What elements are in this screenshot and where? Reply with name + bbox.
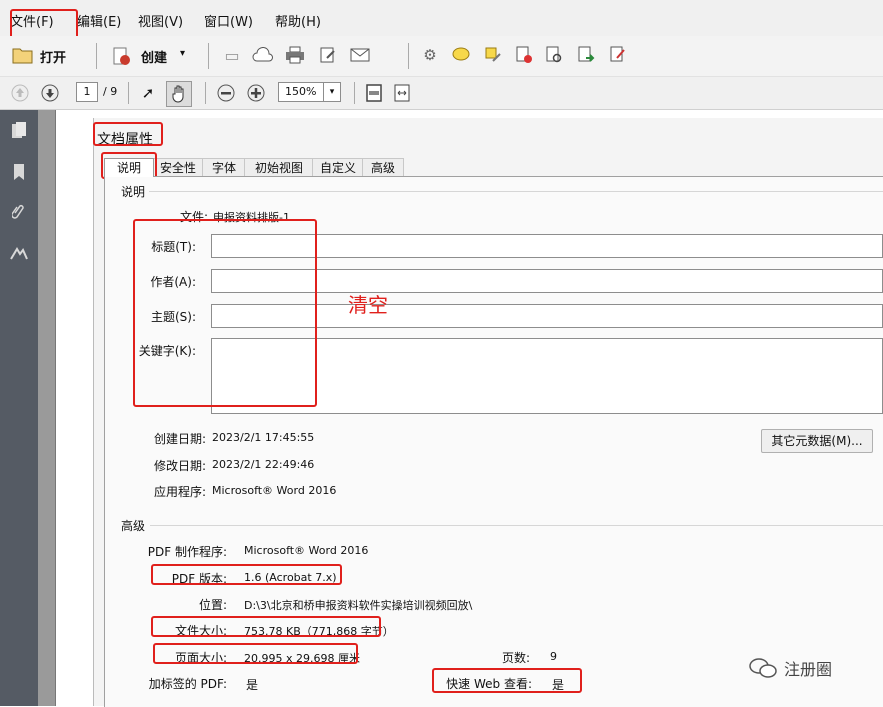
keywords-label: 关键字(K): <box>138 344 196 358</box>
menu-edit[interactable]: 编辑(E) <box>77 11 121 30</box>
create-button[interactable]: 创建 <box>141 47 167 66</box>
application-label: 应用程序: <box>153 485 206 499</box>
application-value: Microsoft® Word 2016 <box>212 484 337 497</box>
create-dropdown-icon[interactable]: ▾ <box>180 48 185 59</box>
tagged-pdf-label: 加标签的 PDF: <box>148 677 227 691</box>
document-export-icon[interactable] <box>576 45 596 65</box>
created-value: 2023/2/1 17:45:55 <box>212 431 315 444</box>
wechat-icon <box>749 658 777 678</box>
page-count-label: 页数: <box>501 651 530 665</box>
page-total-label: / 9 <box>103 85 118 98</box>
edit-document-icon[interactable] <box>318 45 338 65</box>
navigation-toolbar: 1 / 9 ➚ 150% ▾ <box>0 77 883 110</box>
gear-icon[interactable]: ⚙ <box>420 45 440 65</box>
create-pdf-icon[interactable] <box>110 45 132 67</box>
page-size-value: 20.995 x 29.698 厘米 <box>244 652 360 665</box>
page-count-value: 9 <box>550 650 557 663</box>
toolbar-separator <box>354 82 355 104</box>
location-value: D:\3\北京和桥申报资料软件实操培训视频回放\ <box>244 599 473 612</box>
menu-window[interactable]: 窗口(W) <box>204 11 253 30</box>
toolbar-separator <box>96 43 97 69</box>
title-input[interactable] <box>211 234 883 258</box>
save-icon[interactable]: ▭ <box>222 45 242 65</box>
navigation-pane <box>0 110 38 706</box>
menu-view[interactable]: 视图(V) <box>138 11 183 30</box>
toolbar-separator <box>408 43 409 69</box>
modified-label: 修改日期: <box>153 459 206 473</box>
keywords-textarea[interactable] <box>211 338 883 414</box>
tab-security[interactable]: 安全性 <box>152 158 204 177</box>
zoom-dropdown-icon[interactable]: ▾ <box>323 82 341 102</box>
select-cursor-icon[interactable]: ➚ <box>138 83 158 103</box>
previous-page-icon[interactable] <box>10 83 30 103</box>
tab-fonts[interactable]: 字体 <box>202 158 246 177</box>
signatures-panel-icon[interactable] <box>9 244 29 264</box>
pdf-version-value: 1.6 (Acrobat 7.x) <box>244 571 337 584</box>
toolbar-separator <box>208 43 209 69</box>
watermark: 注册圈 <box>748 656 832 680</box>
cloud-upload-icon[interactable] <box>252 45 274 65</box>
bookmarks-panel-icon[interactable] <box>9 162 29 182</box>
fast-web-view-value: 是 <box>552 678 565 692</box>
menu-help[interactable]: 帮助(H) <box>275 11 321 30</box>
toolbar-separator <box>205 82 206 104</box>
modified-value: 2023/2/1 22:49:46 <box>212 458 315 471</box>
document-delete-icon[interactable] <box>514 45 534 65</box>
zoom-in-icon[interactable] <box>246 83 266 103</box>
open-folder-icon[interactable] <box>12 45 34 65</box>
subject-input[interactable] <box>211 304 883 328</box>
open-button[interactable]: 打开 <box>40 47 66 66</box>
zoom-out-icon[interactable] <box>216 83 236 103</box>
description-group-title: 说明 <box>121 183 150 200</box>
author-label: 作者(A): <box>150 275 196 289</box>
tab-custom[interactable]: 自定义 <box>312 158 364 177</box>
pdf-producer-label: PDF 制作程序: <box>147 545 227 559</box>
location-label: 位置: <box>198 598 227 612</box>
advanced-group-title: 高级 <box>121 517 150 534</box>
title-label: 标题(T): <box>151 240 196 254</box>
tab-description[interactable]: 说明 <box>104 158 154 177</box>
attachments-panel-icon[interactable] <box>9 202 29 222</box>
hand-tool-icon[interactable] <box>166 81 192 107</box>
menu-file[interactable]: 文件(F) <box>10 11 54 30</box>
print-icon[interactable] <box>284 45 306 65</box>
zoom-input[interactable]: 150% <box>278 82 324 102</box>
file-size-label: 文件大小: <box>174 624 227 638</box>
main-toolbar: 打开 创建 ▾ ▭ ⚙ <box>0 36 883 77</box>
page-size-label: 页面大小: <box>174 651 227 665</box>
file-label: 文件: <box>179 210 208 224</box>
document-sign-icon[interactable] <box>608 45 628 65</box>
dialog-title: 文档属性 <box>97 132 153 148</box>
next-page-icon[interactable] <box>40 83 60 103</box>
more-metadata-button[interactable]: 其它元数据(M)... <box>761 429 873 453</box>
file-size-value: 753.78 KB（771,868 字节） <box>244 625 394 638</box>
watermark-text: 注册圈 <box>784 660 833 679</box>
fit-width-icon[interactable] <box>392 83 412 103</box>
clear-annotation: 清空 <box>348 293 388 317</box>
subject-label: 主题(S): <box>150 310 196 324</box>
menu-bar: 文件(F) 编辑(E) 视图(V) 窗口(W) 帮助(H) <box>0 0 883 36</box>
tab-advanced[interactable]: 高级 <box>362 158 404 177</box>
created-label: 创建日期: <box>153 432 206 446</box>
email-icon[interactable] <box>349 46 371 64</box>
group-divider <box>148 191 883 192</box>
comment-icon[interactable] <box>450 45 472 65</box>
fast-web-view-label: 快速 Web 查看: <box>446 677 532 691</box>
pdf-producer-value: Microsoft® Word 2016 <box>244 544 369 557</box>
fit-page-icon[interactable] <box>364 83 384 103</box>
author-input[interactable] <box>211 269 883 293</box>
file-value: 申报资料排版-1 <box>213 211 290 224</box>
tagged-pdf-value: 是 <box>246 678 259 692</box>
document-search-icon[interactable] <box>544 45 564 65</box>
toolbar-separator <box>128 82 129 104</box>
pages-panel-icon[interactable] <box>9 120 29 140</box>
group-divider <box>150 525 883 526</box>
tab-initial-view[interactable]: 初始视图 <box>244 158 314 177</box>
page-number-input[interactable]: 1 <box>76 82 98 102</box>
pdf-version-label: PDF 版本: <box>171 572 227 586</box>
highlight-text-icon[interactable] <box>482 45 504 65</box>
